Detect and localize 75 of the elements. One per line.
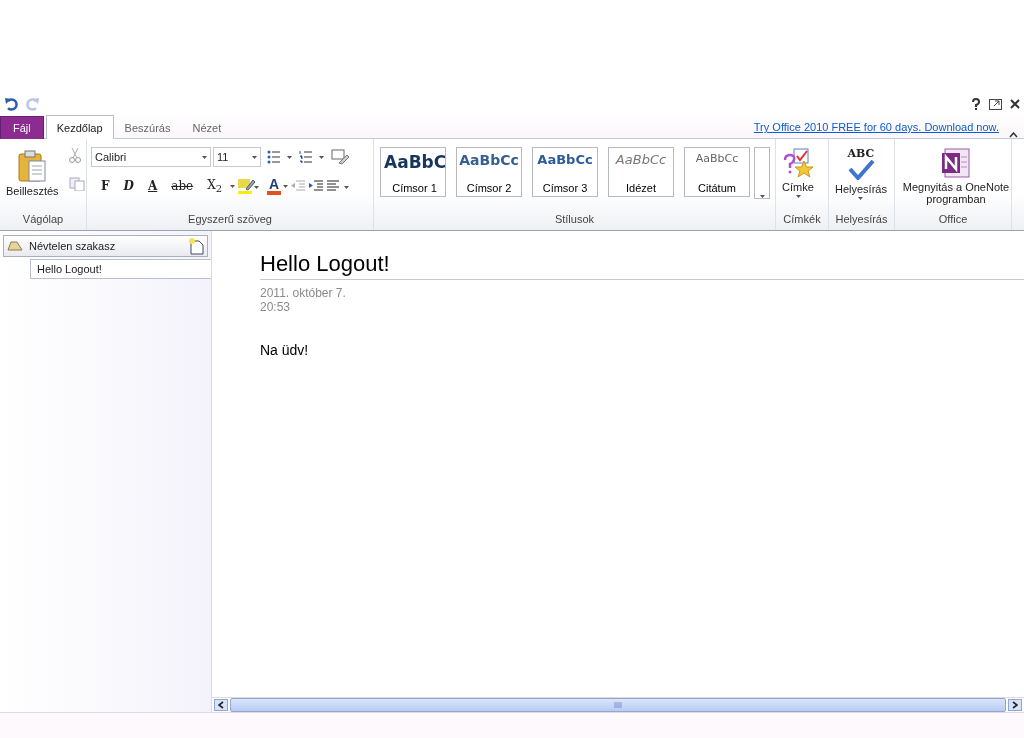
style-preview: AaBbCc: [615, 152, 667, 167]
group-label: Stílusok: [553, 213, 596, 227]
group-label: Helyesírás: [834, 213, 889, 227]
restore-icon[interactable]: [989, 98, 1002, 110]
section-tab[interactable]: Névtelen szakasz: [3, 235, 208, 257]
underline-button[interactable]: A: [144, 179, 161, 193]
ribbon-tab[interactable]: Kezdőlap: [45, 115, 114, 139]
caret-icon: [795, 195, 801, 198]
style-button[interactable]: AaBbCc Citátum: [684, 147, 750, 197]
caret-icon: [283, 184, 289, 188]
style-button[interactable]: AaBbCc Címsor 3: [532, 147, 598, 197]
tag-icon: [782, 147, 814, 179]
scroll-left-button[interactable]: [214, 699, 228, 711]
group-label: Vágólap: [21, 213, 65, 227]
bullet-list-icon[interactable]: [267, 150, 293, 164]
paste-button[interactable]: Beillesztés: [4, 149, 61, 197]
increase-indent-icon[interactable]: [308, 180, 325, 192]
collapse-ribbon-icon[interactable]: [1009, 132, 1018, 138]
scroll-right-button[interactable]: [1008, 699, 1022, 711]
note-text: Na üdv!: [260, 342, 310, 358]
clipboard-icon: [17, 149, 48, 183]
spelling-button[interactable]: ABC Helyesírás: [833, 147, 889, 200]
style-label: Idézet: [626, 182, 656, 194]
chevron-left-icon: [218, 701, 224, 709]
chevron-right-icon: [1012, 701, 1018, 709]
highlighter-icon[interactable]: [237, 177, 260, 195]
size-field[interactable]: 11: [213, 147, 261, 167]
file-tab[interactable]: Fájl: [0, 116, 44, 139]
undo-icon[interactable]: [4, 97, 18, 111]
numbered-list-icon[interactable]: [299, 150, 325, 164]
style-preview: AaBbCc: [537, 152, 593, 167]
ribbon-tab[interactable]: Beszúrás: [113, 116, 182, 139]
font-field[interactable]: Calibri: [91, 147, 211, 167]
bold-button[interactable]: F: [98, 179, 113, 193]
ribbon-tab[interactable]: Nézet: [181, 116, 233, 139]
style-button[interactable]: AaBbCc Címsor 2: [456, 147, 522, 197]
caret-icon: [252, 155, 257, 159]
style-button[interactable]: AaBbC Címsor 1: [380, 147, 446, 197]
group-label: Office: [937, 213, 969, 227]
help-icon[interactable]: [971, 98, 981, 110]
clear-format-icon[interactable]: [331, 149, 349, 165]
page-time: 20:53: [260, 300, 292, 314]
new-page-icon[interactable]: [188, 237, 204, 255]
page-title: Hello Logout!: [260, 251, 1024, 280]
style-label: Címsor 3: [542, 182, 588, 194]
promo-link[interactable]: Try Office 2010 FREE for 60 days. Download now.: [753, 121, 999, 133]
checkmark-icon: [847, 160, 875, 180]
group-label: Egyszerű szöveg: [187, 213, 273, 227]
page-tab[interactable]: Hello Logout!: [30, 259, 211, 279]
caret-icon: [202, 155, 207, 159]
subscript-button[interactable]: X$_{2}$: [204, 177, 226, 195]
caret-icon: [858, 197, 864, 200]
spelling-icon-text: ABC: [847, 147, 875, 160]
strikethrough-button[interactable]: abe: [168, 179, 197, 193]
align-icon[interactable]: [326, 180, 351, 192]
style-label: Citátum: [698, 182, 736, 194]
onenote-icon: [941, 147, 971, 179]
grip-icon: [614, 702, 622, 708]
scroll-thumb[interactable]: [230, 698, 1006, 712]
style-label: Címsor 1: [392, 182, 437, 194]
caret-icon: [759, 195, 765, 198]
style-preview: AaBbCc: [695, 152, 739, 165]
style-button[interactable]: AaBbCc Idézet: [608, 147, 674, 197]
font-color-button[interactable]: A: [267, 177, 282, 195]
caret-icon: [230, 184, 236, 188]
style-preview: AaBbCc: [459, 152, 519, 168]
group-label: Címkék: [782, 213, 822, 227]
italic-button[interactable]: D: [120, 179, 137, 193]
page-date: 2011. október 7.: [260, 286, 347, 300]
close-icon[interactable]: [1010, 99, 1020, 109]
folder-icon: [7, 241, 23, 251]
tag-button[interactable]: Címke: [780, 147, 816, 198]
style-preview: AaBbC: [384, 152, 445, 172]
style-label: Címsor 2: [466, 182, 512, 194]
open-in-onenote-button[interactable]: Megnyitás a OneNote programban: [899, 147, 1013, 205]
